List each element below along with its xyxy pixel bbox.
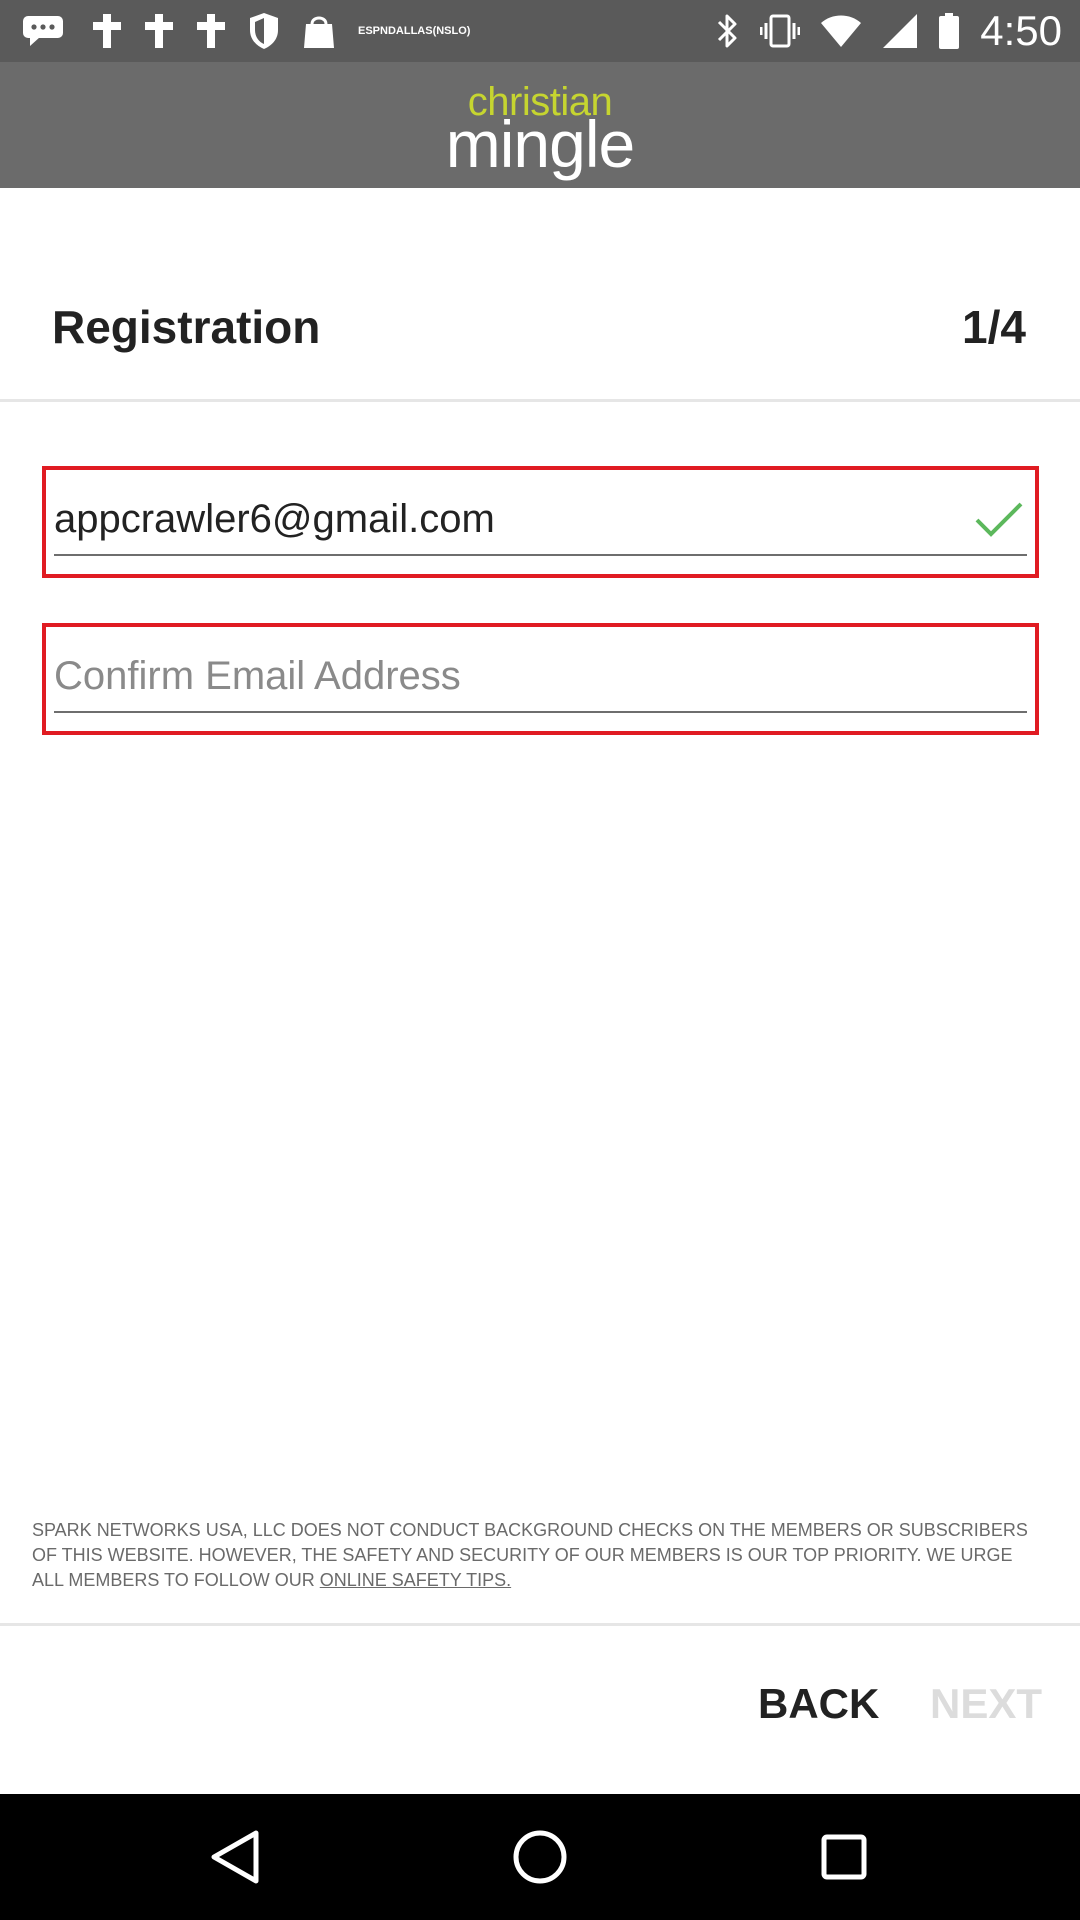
email-field bbox=[42, 466, 1039, 578]
system-icons: 4:50 bbox=[716, 7, 1062, 55]
cross-icon bbox=[196, 13, 226, 49]
disclaimer-text: SPARK NETWORKS USA, LLC DOES NOT CONDUCT… bbox=[32, 1520, 1028, 1590]
navigation-bar bbox=[0, 1794, 1080, 1920]
checkmark-icon bbox=[973, 498, 1025, 542]
back-button[interactable]: BACK bbox=[758, 1680, 879, 1728]
safety-disclaimer: SPARK NETWORKS USA, LLC DOES NOT CONDUCT… bbox=[32, 1518, 1042, 1593]
espn-badge-line: (NSLO) bbox=[432, 24, 471, 37]
espn-badge-line: DALLAS bbox=[387, 24, 433, 37]
logo-bottom-text: mingle bbox=[445, 107, 635, 181]
status-time: 4:50 bbox=[980, 7, 1062, 54]
step-indicator: 1/4 bbox=[962, 301, 1026, 353]
battery-icon bbox=[938, 12, 960, 50]
status-bar: ESPN DALLAS (NSLO) 4:50 bbox=[0, 0, 1080, 62]
page-title: Registration bbox=[52, 301, 321, 353]
confirm-email-field bbox=[42, 623, 1039, 735]
registration-header: Registration 1/4 bbox=[0, 188, 1080, 402]
home-circle-icon[interactable] bbox=[460, 1794, 620, 1920]
email-input[interactable] bbox=[54, 484, 967, 554]
espn-dallas-icon: ESPN DALLAS (NSLO) bbox=[358, 24, 471, 37]
cross-icon bbox=[92, 13, 122, 49]
footer-divider bbox=[0, 1623, 1080, 1626]
wifi-icon bbox=[820, 14, 862, 48]
espn-badge-line: ESPN bbox=[358, 24, 388, 37]
notification-icons: ESPN DALLAS (NSLO) bbox=[22, 12, 470, 50]
chat-bubbles-icon bbox=[22, 14, 70, 48]
confirm-email-input[interactable] bbox=[54, 641, 967, 711]
cross-icon bbox=[144, 13, 174, 49]
app-header: christian mingle bbox=[0, 62, 1080, 188]
shield-icon bbox=[248, 12, 280, 50]
email-field-underline bbox=[54, 484, 1027, 556]
recents-square-icon[interactable] bbox=[764, 1794, 924, 1920]
vibrate-icon bbox=[760, 13, 801, 49]
christian-mingle-logo: christian mingle bbox=[430, 70, 650, 181]
confirm-email-field-underline bbox=[54, 641, 1027, 713]
back-triangle-icon[interactable] bbox=[156, 1794, 316, 1920]
bluetooth-icon bbox=[716, 12, 740, 50]
signal-icon bbox=[882, 13, 918, 49]
shopping-bag-icon bbox=[302, 12, 336, 50]
online-safety-tips-link[interactable]: ONLINE SAFETY TIPS. bbox=[320, 1570, 511, 1590]
next-button[interactable]: NEXT bbox=[930, 1680, 1042, 1728]
